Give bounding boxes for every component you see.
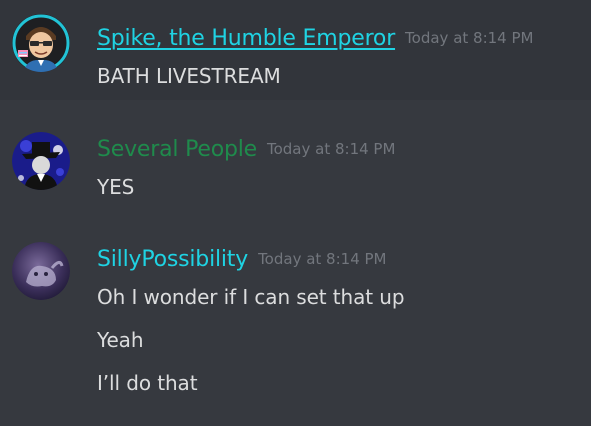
timestamp: Today at 8:14 PM	[258, 250, 387, 268]
avatar-image-icon	[12, 132, 70, 190]
message-text: Oh I wonder if I can set that up	[97, 285, 405, 309]
message-text: Yeah	[97, 328, 144, 352]
avatar[interactable]	[12, 14, 70, 72]
username[interactable]: Several People	[97, 137, 257, 162]
message-text: BATH LIVESTREAM	[97, 64, 281, 88]
timestamp: Today at 8:14 PM	[266, 140, 396, 158]
chat-messages: Spike, the Humble Emperor Today at 8:14 P…	[0, 0, 591, 426]
username[interactable]: SillyPossibility	[97, 247, 248, 272]
avatar[interactable]	[12, 242, 70, 300]
avatar-image-icon	[12, 242, 70, 300]
message-header: Spike, the Humble Emperor Today at 8:14 P…	[97, 26, 533, 51]
timestamp: Today at 8:14 PM	[405, 29, 534, 47]
avatar[interactable]	[12, 132, 70, 190]
message-text: YES	[97, 175, 135, 199]
message-group[interactable]: Spike, the Humble Emperor Today at 8:14 P…	[0, 0, 591, 100]
message-group[interactable]: SillyPossibility Today at 8:14 PM Oh I wo…	[0, 200, 591, 426]
message-group[interactable]: Several People Today at 8:14 PM YES	[0, 100, 591, 200]
username[interactable]: Spike, the Humble Emperor	[97, 26, 395, 51]
avatar-image-icon	[12, 14, 70, 72]
message-header: SillyPossibility Today at 8:14 PM	[97, 247, 387, 272]
message-text: I’ll do that	[97, 371, 198, 395]
message-header: Several People Today at 8:14 PM	[97, 137, 395, 162]
